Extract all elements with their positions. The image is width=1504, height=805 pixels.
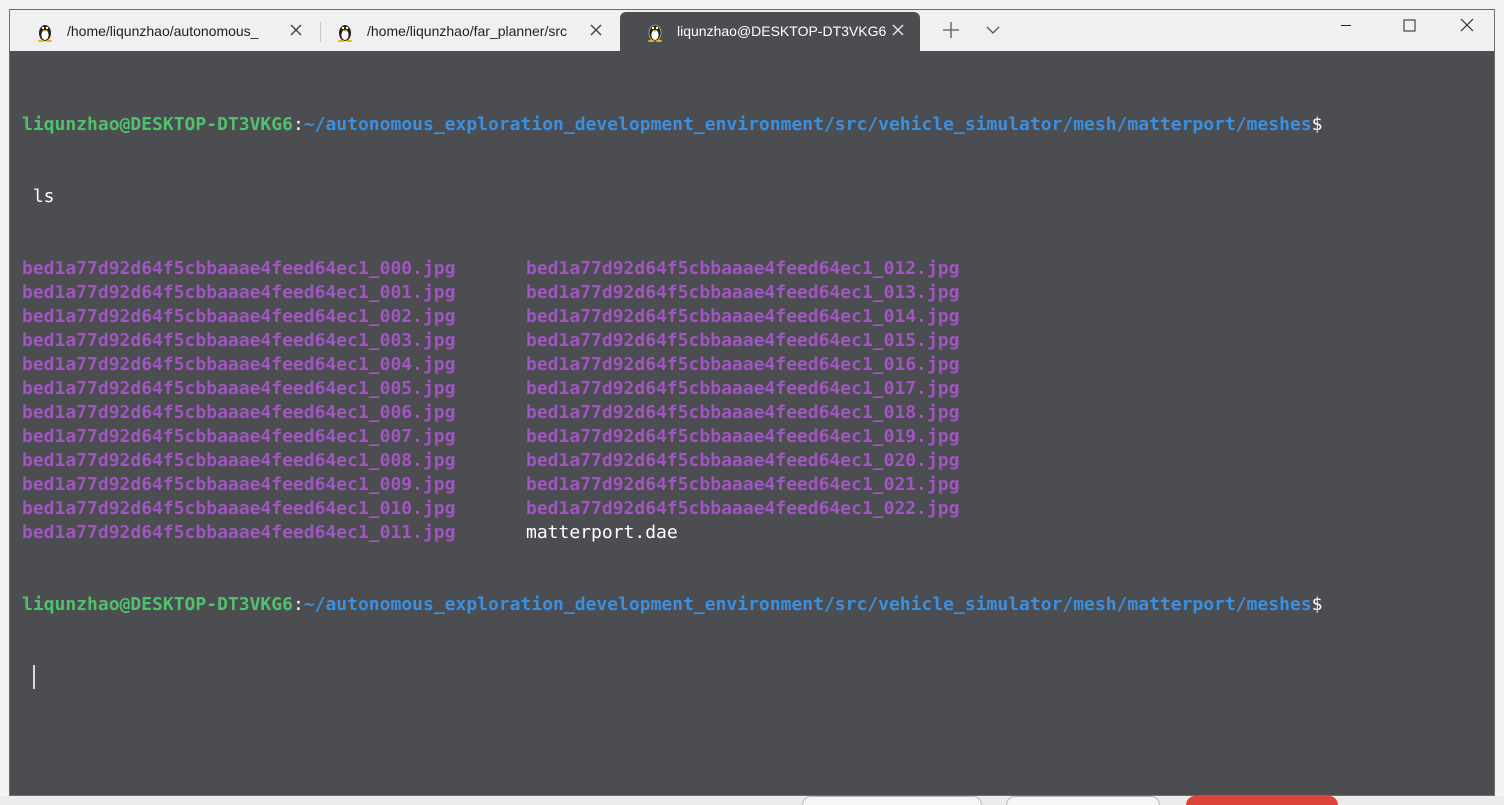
terminal-output[interactable]: liqunzhao@DESKTOP-DT3VKG6:~/autonomous_e…	[10, 51, 1494, 795]
listing-row: bed1a77d92d64f5cbbaaae4feed64ec1_001.jpg…	[22, 281, 1494, 305]
tab-1[interactable]: /home/liqunzhao/autonomous_	[10, 10, 320, 51]
prompt-colon: :	[292, 114, 304, 135]
prompt-dollar: $	[1311, 594, 1323, 615]
file-entry: bed1a77d92d64f5cbbaaae4feed64ec1_007.jpg	[22, 426, 456, 447]
command-line: ls	[22, 185, 1494, 209]
file-entry: bed1a77d92d64f5cbbaaae4feed64ec1_013.jpg	[526, 282, 960, 303]
listing-row: bed1a77d92d64f5cbbaaae4feed64ec1_007.jpg…	[22, 425, 1494, 449]
tux-icon	[38, 25, 52, 42]
prompt-path: ~/autonomous_exploration_development_env…	[303, 594, 1312, 615]
terminal-window: /home/liqunzhao/autonomous_ /home/liqunz…	[9, 9, 1495, 796]
listing-row: bed1a77d92d64f5cbbaaae4feed64ec1_009.jpg…	[22, 473, 1494, 497]
minimize-icon[interactable]	[1323, 10, 1369, 43]
file-entry: bed1a77d92d64f5cbbaaae4feed64ec1_001.jpg	[22, 282, 456, 303]
listing-row: bed1a77d92d64f5cbbaaae4feed64ec1_010.jpg…	[22, 497, 1494, 521]
desktop-pill	[802, 796, 982, 805]
prompt-path: ~/autonomous_exploration_development_env…	[303, 114, 1312, 135]
command-text: ls	[22, 186, 55, 207]
file-entry: bed1a77d92d64f5cbbaaae4feed64ec1_009.jpg	[22, 474, 456, 495]
prompt-line: liqunzhao@DESKTOP-DT3VKG6:~/autonomous_e…	[22, 593, 1494, 617]
listing-row: bed1a77d92d64f5cbbaaae4feed64ec1_006.jpg…	[22, 401, 1494, 425]
listing-row: bed1a77d92d64f5cbbaaae4feed64ec1_005.jpg…	[22, 377, 1494, 401]
listing-row: bed1a77d92d64f5cbbaaae4feed64ec1_000.jpg…	[22, 257, 1494, 281]
plus-icon[interactable]	[939, 18, 963, 42]
tab-title: liqunzhao@DESKTOP-DT3VKG6	[677, 23, 887, 39]
file-entry: bed1a77d92d64f5cbbaaae4feed64ec1_016.jpg	[526, 354, 960, 375]
file-entry: bed1a77d92d64f5cbbaaae4feed64ec1_008.jpg	[22, 450, 456, 471]
prompt-colon: :	[292, 594, 304, 615]
file-entry: bed1a77d92d64f5cbbaaae4feed64ec1_015.jpg	[526, 330, 960, 351]
file-entry: bed1a77d92d64f5cbbaaae4feed64ec1_011.jpg	[22, 522, 456, 543]
close-icon[interactable]	[289, 23, 303, 37]
file-entry: bed1a77d92d64f5cbbaaae4feed64ec1_005.jpg	[22, 378, 456, 399]
file-entry: bed1a77d92d64f5cbbaaae4feed64ec1_020.jpg	[526, 450, 960, 471]
listing-row: bed1a77d92d64f5cbbaaae4feed64ec1_004.jpg…	[22, 353, 1494, 377]
close-icon[interactable]	[891, 23, 905, 37]
prompt-user-host: liqunzhao@DESKTOP-DT3VKG6	[22, 114, 293, 135]
file-entry: bed1a77d92d64f5cbbaaae4feed64ec1_014.jpg	[526, 306, 960, 327]
close-icon[interactable]	[1444, 10, 1490, 43]
file-entry: bed1a77d92d64f5cbbaaae4feed64ec1_017.jpg	[526, 378, 960, 399]
file-entry: bed1a77d92d64f5cbbaaae4feed64ec1_002.jpg	[22, 306, 456, 327]
prompt-dollar: $	[1311, 114, 1323, 135]
tux-icon	[648, 24, 662, 42]
tab-title: /home/liqunzhao/far_planner/src	[367, 23, 568, 39]
title-bar: /home/liqunzhao/autonomous_ /home/liqunz…	[10, 10, 1494, 51]
desktop-pill	[1186, 796, 1338, 805]
close-icon[interactable]	[589, 23, 603, 37]
tab-3-active[interactable]: liqunzhao@DESKTOP-DT3VKG6	[620, 12, 920, 51]
file-entry: bed1a77d92d64f5cbbaaae4feed64ec1_003.jpg	[22, 330, 456, 351]
input-line[interactable]	[22, 665, 1494, 689]
tab-title: /home/liqunzhao/autonomous_	[67, 23, 259, 39]
file-entry: bed1a77d92d64f5cbbaaae4feed64ec1_000.jpg	[22, 258, 456, 279]
file-entry: bed1a77d92d64f5cbbaaae4feed64ec1_006.jpg	[22, 402, 456, 423]
prompt-line: liqunzhao@DESKTOP-DT3VKG6:~/autonomous_e…	[22, 113, 1494, 137]
desktop-pill	[1006, 796, 1160, 805]
listing-row: bed1a77d92d64f5cbbaaae4feed64ec1_002.jpg…	[22, 305, 1494, 329]
tux-icon	[338, 25, 352, 42]
file-entry: bed1a77d92d64f5cbbaaae4feed64ec1_022.jpg	[526, 498, 960, 519]
file-entry: bed1a77d92d64f5cbbaaae4feed64ec1_010.jpg	[22, 498, 456, 519]
tab-2[interactable]: /home/liqunzhao/far_planner/src	[310, 10, 620, 51]
listing-row: bed1a77d92d64f5cbbaaae4feed64ec1_003.jpg…	[22, 329, 1494, 353]
file-entry: bed1a77d92d64f5cbbaaae4feed64ec1_019.jpg	[526, 426, 960, 447]
text-cursor	[33, 665, 35, 689]
ls-output: bed1a77d92d64f5cbbaaae4feed64ec1_000.jpg…	[22, 257, 1494, 545]
maximize-icon[interactable]	[1386, 10, 1432, 43]
listing-row: bed1a77d92d64f5cbbaaae4feed64ec1_011.jpg…	[22, 521, 1494, 545]
prompt-user-host: liqunzhao@DESKTOP-DT3VKG6	[22, 594, 293, 615]
file-entry: bed1a77d92d64f5cbbaaae4feed64ec1_004.jpg	[22, 354, 456, 375]
listing-row: bed1a77d92d64f5cbbaaae4feed64ec1_008.jpg…	[22, 449, 1494, 473]
desktop-background	[0, 796, 1504, 805]
file-entry: matterport.dae	[526, 522, 678, 543]
file-entry: bed1a77d92d64f5cbbaaae4feed64ec1_021.jpg	[526, 474, 960, 495]
file-entry: bed1a77d92d64f5cbbaaae4feed64ec1_018.jpg	[526, 402, 960, 423]
file-entry: bed1a77d92d64f5cbbaaae4feed64ec1_012.jpg	[526, 258, 960, 279]
chevron-down-icon[interactable]	[981, 18, 1005, 42]
